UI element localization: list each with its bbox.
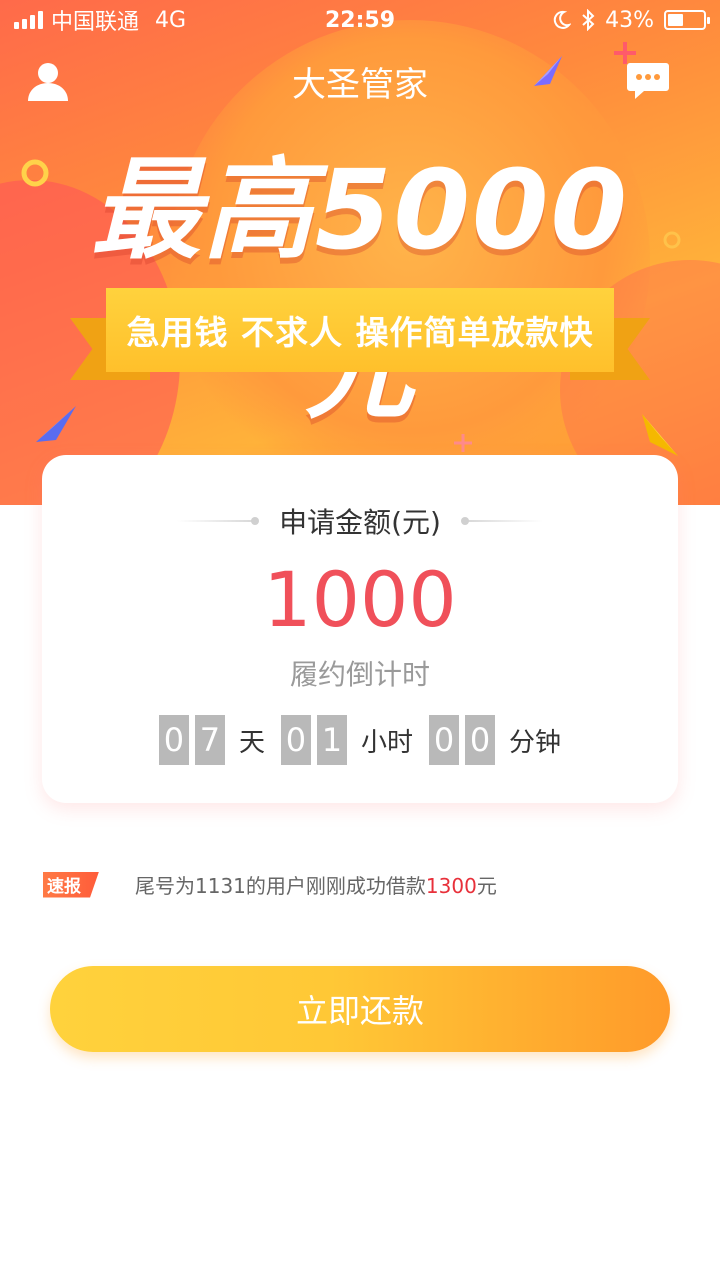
news-unit: 元 <box>476 874 497 898</box>
news-amount: 1300 <box>425 874 477 898</box>
news-ticker: 速报 尾号为1131的用户刚刚成功借款1300元 <box>43 870 497 899</box>
status-bar: 中国联通 4G 22:59 43% <box>0 0 720 40</box>
news-text: 尾号为1131的用户刚刚成功借款1300元 <box>135 870 497 899</box>
news-badge: 速报 <box>43 871 99 898</box>
application-card: 申请金额(元) 1000 履约倒计时 0 7 天 0 1 小时 0 0 分钟 <box>42 455 678 803</box>
ring-decoration-icon <box>21 159 49 187</box>
loan-amount: 1000 <box>263 555 457 644</box>
carrier-label: 中国联通 <box>51 10 140 35</box>
message-icon[interactable] <box>626 61 670 101</box>
ring-decoration-icon <box>663 231 681 249</box>
card-title-row: 申请金额(元) <box>42 501 678 541</box>
nav-bar: 大圣管家 <box>0 45 720 115</box>
countdown-digit: 1 <box>316 715 347 765</box>
bluetooth-icon <box>582 9 595 31</box>
signal-icon <box>14 11 43 29</box>
countdown-label: 履约倒计时 <box>289 658 430 691</box>
banner-slogan: 急用钱 不求人 操作简单放款快 <box>106 288 614 372</box>
countdown-digit: 0 <box>429 715 459 765</box>
divider-line <box>460 517 543 525</box>
page-title: 大圣管家 <box>292 65 428 105</box>
moon-icon <box>553 10 572 29</box>
countdown-unit: 分钟 <box>509 727 562 758</box>
repay-now-button[interactable]: 立即还款 <box>50 966 670 1052</box>
battery-percent: 43% <box>605 7 654 33</box>
countdown-digit: 0 <box>465 715 495 765</box>
hero-banner: 中国联通 4G 22:59 43% 大圣管家 最高5000元 急用钱 不求人 操… <box>0 0 720 505</box>
countdown-unit: 小时 <box>360 727 413 758</box>
countdown-timer: 0 7 天 0 1 小时 0 0 分钟 <box>42 715 678 765</box>
news-text-prefix: 尾号为1131的用户刚刚成功借款 <box>135 874 426 898</box>
card-title: 申请金额(元) <box>279 506 441 539</box>
countdown-digit: 7 <box>194 715 225 765</box>
countdown-digit: 0 <box>280 715 311 765</box>
battery-level <box>668 14 683 26</box>
countdown-unit: 天 <box>238 727 265 758</box>
countdown-digit: 0 <box>158 715 189 765</box>
network-label: 4G <box>155 7 187 33</box>
divider-line <box>177 517 260 525</box>
slogan-ribbon: 急用钱 不求人 操作简单放款快 <box>70 288 650 398</box>
battery-icon <box>664 10 710 30</box>
